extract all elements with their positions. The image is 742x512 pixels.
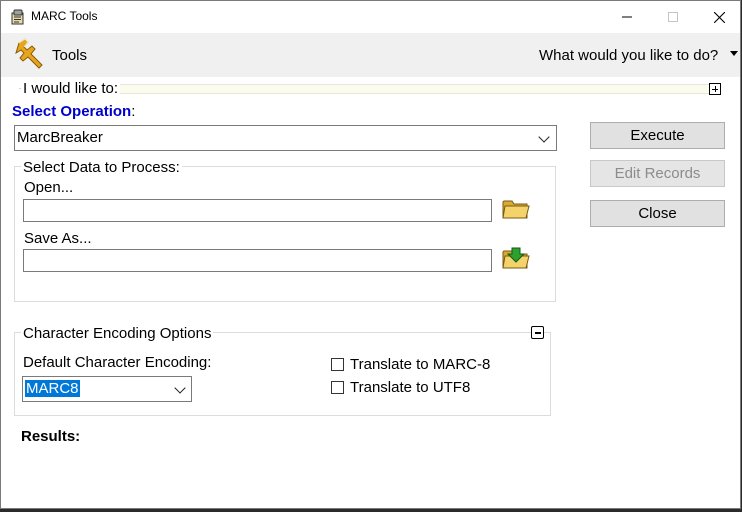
- save-folder-icon[interactable]: [501, 246, 531, 272]
- marc-tools-window: MARC Tools Tools What would you like to …: [0, 0, 741, 509]
- minimize-button[interactable]: [604, 1, 650, 33]
- translate-utf8-label[interactable]: Translate to UTF8: [350, 379, 470, 396]
- close-icon: [713, 11, 725, 23]
- translate-utf8-checkbox[interactable]: [331, 381, 344, 394]
- maximize-button[interactable]: [650, 1, 696, 33]
- collapse-minus-icon[interactable]: [531, 326, 544, 339]
- operation-select-value: MarcBreaker: [17, 129, 103, 146]
- select-data-group: [14, 166, 556, 302]
- default-encoding-label: Default Character Encoding:: [23, 354, 212, 371]
- execute-button[interactable]: Execute: [590, 122, 725, 149]
- close-window-button[interactable]: [696, 1, 740, 33]
- tasks-dropdown-value: What would you like to do?: [539, 46, 719, 64]
- would-like-panel-header: I would like to:: [15, 80, 725, 97]
- save-as-input[interactable]: [23, 249, 492, 272]
- operation-select[interactable]: MarcBreaker: [14, 125, 557, 151]
- chevron-down-icon: [538, 131, 550, 143]
- translate-marc8-label[interactable]: Translate to MARC-8: [350, 356, 490, 373]
- close-button[interactable]: Close: [590, 200, 725, 227]
- tasks-dropdown[interactable]: What would you like to do?: [534, 42, 739, 68]
- minimize-icon: [622, 16, 632, 18]
- toolbar: Tools What would you like to do?: [1, 33, 740, 77]
- select-operation-label: Select Operation:: [12, 103, 135, 120]
- open-file-input[interactable]: [23, 199, 492, 222]
- panel-header-band: [115, 84, 711, 94]
- chevron-down-icon: [174, 382, 186, 394]
- select-data-group-title: Select Data to Process:: [21, 159, 182, 176]
- dropdown-arrow-icon: [730, 51, 738, 56]
- open-label: Open...: [24, 179, 74, 196]
- title-bar[interactable]: MARC Tools: [1, 1, 740, 33]
- window-title: MARC Tools: [31, 9, 98, 23]
- encoding-options-group: [14, 332, 551, 416]
- encoding-group-title: Character Encoding Options: [21, 325, 214, 342]
- wrench-icon: [15, 38, 43, 69]
- tools-label[interactable]: Tools: [52, 47, 87, 64]
- edit-records-button[interactable]: Edit Records: [590, 160, 725, 187]
- select-operation-colon: :: [131, 103, 136, 120]
- save-as-label: Save As...: [24, 230, 92, 247]
- results-label: Results:: [21, 428, 81, 445]
- default-encoding-select[interactable]: MARC8: [22, 376, 192, 402]
- select-operation-text: Select Operation: [12, 103, 132, 120]
- open-folder-icon[interactable]: [501, 196, 531, 222]
- default-encoding-value: MARC8: [25, 380, 80, 397]
- maximize-icon: [668, 12, 678, 22]
- would-like-label: I would like to:: [21, 80, 121, 97]
- expand-plus-icon[interactable]: [709, 83, 721, 95]
- marc-tools-app-icon: [11, 9, 24, 25]
- translate-marc8-checkbox[interactable]: [331, 358, 344, 371]
